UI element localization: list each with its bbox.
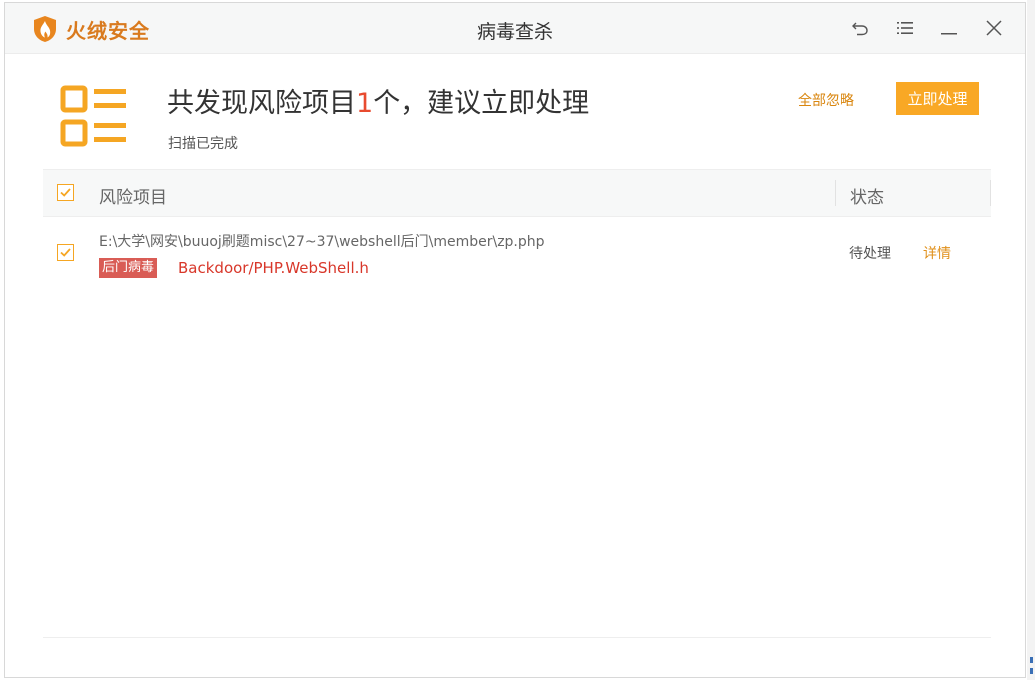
column-divider[interactable] [990, 180, 991, 206]
table-row: E:\大学\网安\buuoj刷题misc\27~37\webshell后门\me… [43, 225, 991, 285]
checkbox-checked-icon [60, 248, 71, 257]
handle-now-button[interactable]: 立即处理 [896, 82, 979, 115]
file-path: E:\大学\网安\buuoj刷题misc\27~37\webshell后门\me… [99, 234, 545, 250]
risk-list-icon [60, 85, 126, 147]
virus-scan-window: 火绒安全 病毒查杀 共发现风险项目1个，建议立即处理 扫描已完成 全部忽略 立即… [4, 2, 1026, 678]
menu-button[interactable] [894, 17, 916, 39]
window-title: 病毒查杀 [476, 21, 553, 43]
back-icon [852, 22, 868, 36]
headline-prefix: 共发现风险项目 [167, 88, 356, 119]
back-button[interactable] [849, 17, 871, 39]
scan-result-headline: 共发现风险项目1个，建议立即处理 [167, 81, 589, 120]
threat-type-badge: 后门病毒 [99, 258, 158, 278]
close-icon [986, 20, 1002, 36]
risk-count: 1 [356, 88, 374, 119]
taskbar-indicator [1030, 657, 1033, 663]
minimize-icon [941, 33, 957, 35]
column-header-status: 状态 [850, 188, 884, 208]
checkbox-checked-icon [60, 188, 71, 197]
scan-status-text: 扫描已完成 [168, 136, 238, 152]
bottom-divider [43, 637, 991, 638]
column-divider[interactable] [835, 180, 836, 206]
ignore-all-link[interactable]: 全部忽略 [798, 90, 854, 110]
row-status: 待处理 [849, 246, 891, 262]
select-all-checkbox[interactable] [57, 184, 74, 201]
column-header-risk: 风险项目 [99, 188, 167, 208]
detail-link[interactable]: 详情 [923, 243, 951, 263]
minimize-button[interactable] [938, 17, 960, 39]
close-button[interactable] [983, 17, 1005, 39]
taskbar-indicator [1030, 668, 1033, 674]
desktop-background-right [1027, 0, 1035, 680]
table-header: 风险项目 状态 [43, 169, 991, 217]
headline-suffix: 个，建议立即处理 [373, 88, 590, 119]
title-bar: 火绒安全 病毒查杀 [5, 3, 1025, 54]
virus-name: Backdoor/PHP.WebShell.h [178, 259, 369, 277]
menu-icon [897, 22, 913, 34]
row-checkbox[interactable] [57, 244, 74, 261]
